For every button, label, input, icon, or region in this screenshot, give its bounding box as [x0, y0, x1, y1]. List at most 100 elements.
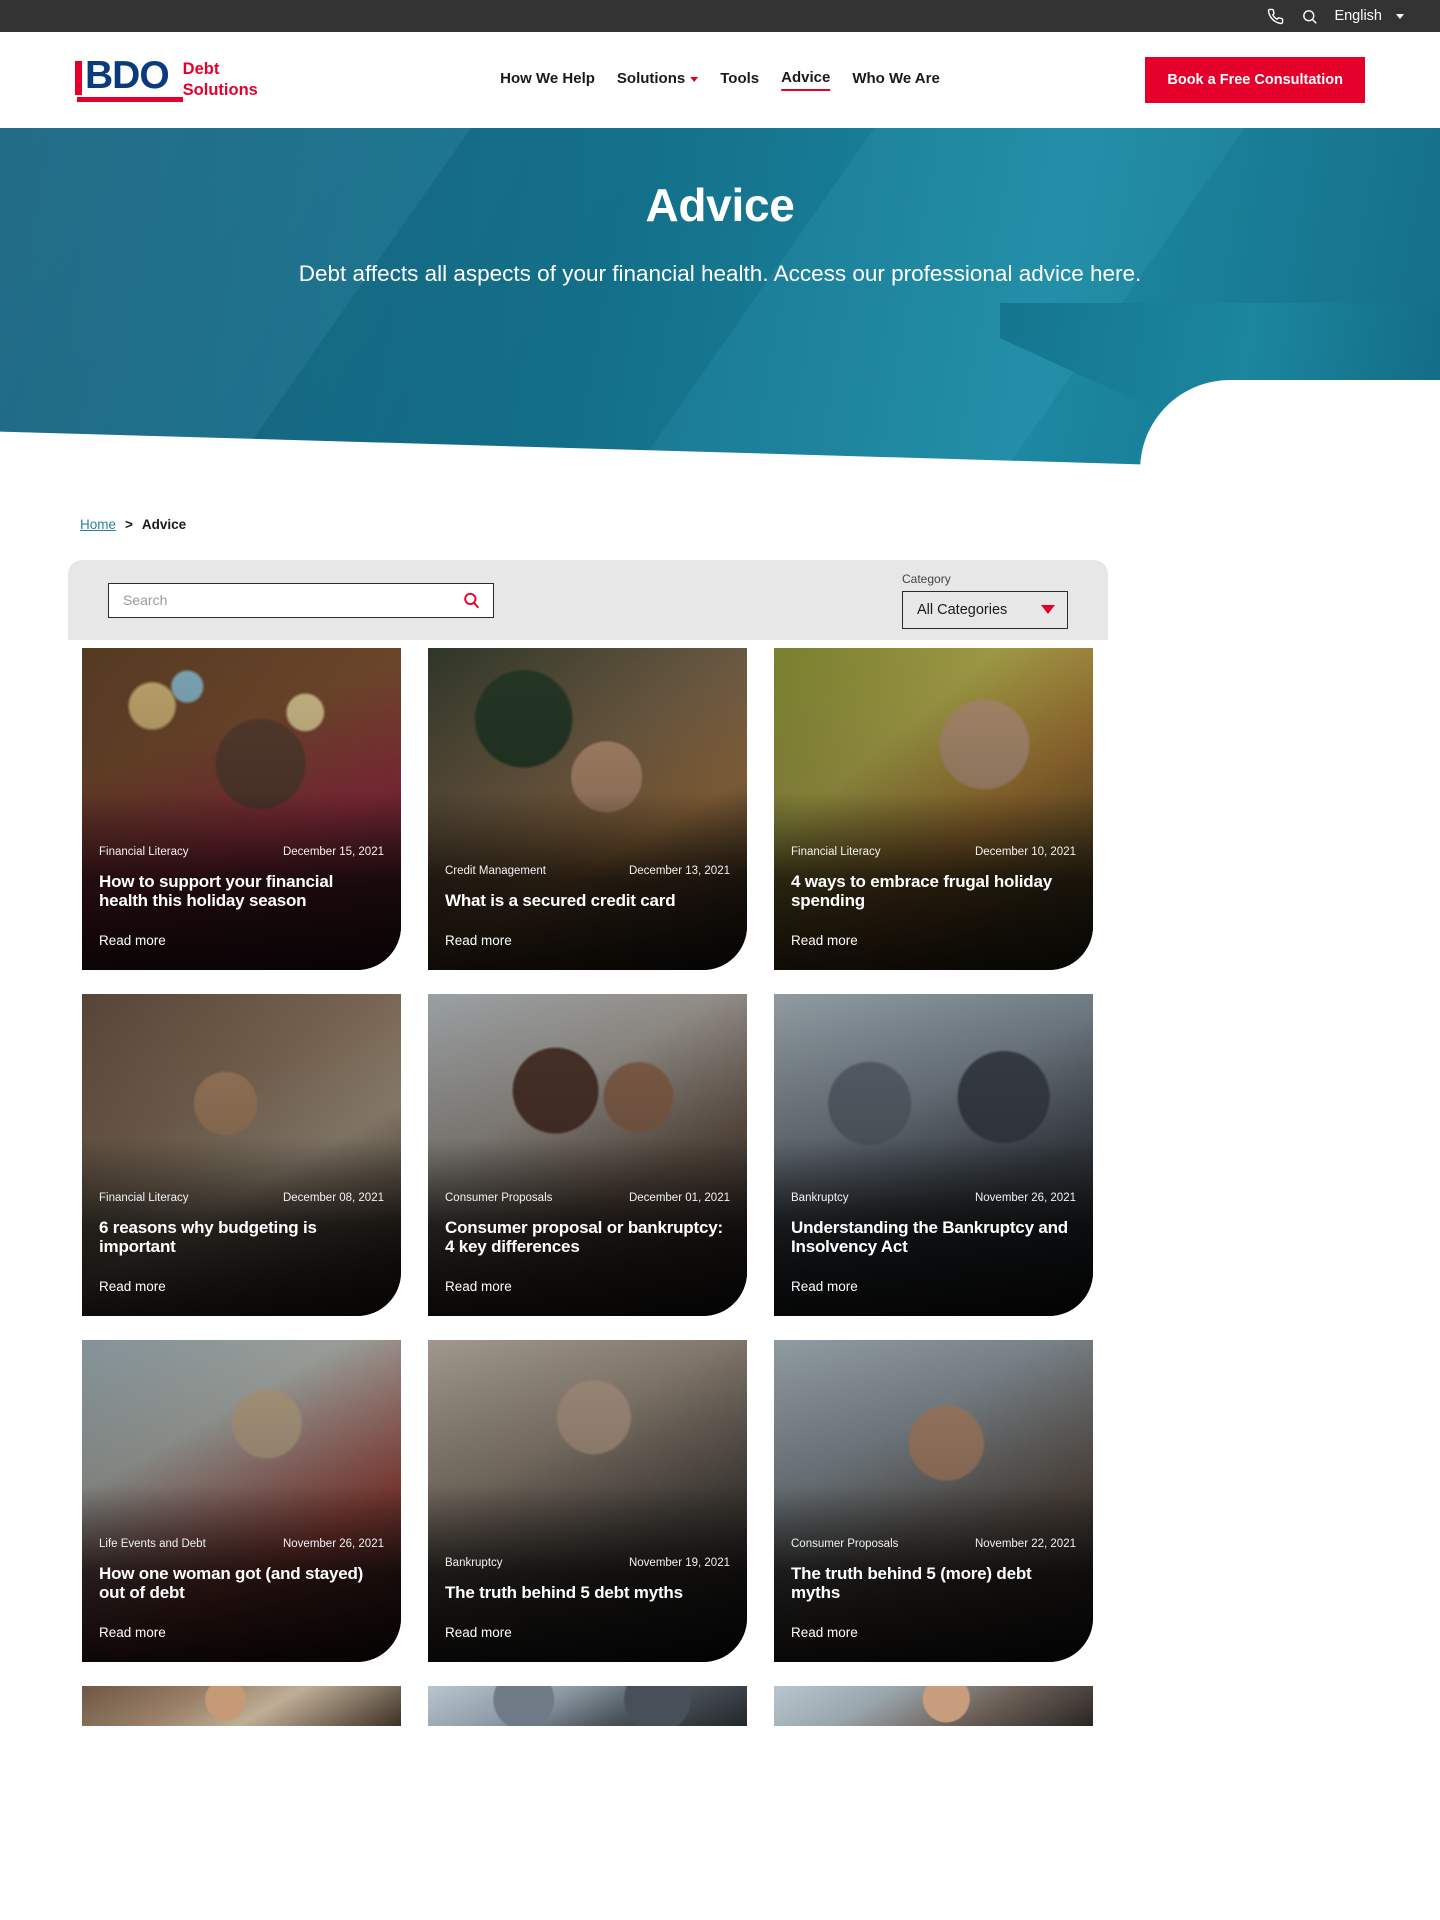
nav-item-how-we-help[interactable]: How We Help: [500, 70, 595, 90]
nav-label: Solutions: [616, 70, 686, 87]
article-card[interactable]: Financial Literacy December 08, 2021 6 r…: [82, 994, 401, 1316]
read-more-link[interactable]: Read more: [445, 1279, 730, 1294]
card-category: Financial Literacy: [791, 846, 881, 858]
article-card[interactable]: [774, 1686, 1093, 1726]
phone-icon[interactable]: [1258, 0, 1292, 32]
chevron-down-icon: [690, 77, 699, 82]
card-date: November 19, 2021: [628, 1557, 730, 1569]
read-more-link[interactable]: Read more: [791, 933, 1076, 948]
nav-item-tools[interactable]: Tools: [720, 70, 759, 90]
card-date: November 26, 2021: [974, 1192, 1076, 1204]
article-card[interactable]: Bankruptcy November 19, 2021 The truth b…: [428, 1340, 747, 1662]
card-content: Financial Literacy December 10, 2021 4 w…: [774, 846, 1093, 970]
nav-item-advice[interactable]: Advice: [781, 69, 831, 91]
article-card[interactable]: Consumer Proposals November 22, 2021 The…: [774, 1340, 1093, 1662]
card-category: Credit Management: [445, 865, 546, 877]
card-content: Credit Management December 13, 2021 What…: [428, 865, 747, 970]
card-meta: Financial Literacy December 10, 2021: [791, 846, 1076, 858]
category-selected-value: All Categories: [917, 601, 1008, 618]
read-more-link[interactable]: Read more: [791, 1279, 1076, 1294]
filter-bar: Category All Categories: [68, 560, 1108, 640]
card-meta: Consumer Proposals December 01, 2021: [445, 1192, 730, 1204]
book-consultation-button[interactable]: Book a Free Consultation: [1145, 57, 1365, 103]
breadcrumb-home-link[interactable]: Home: [80, 517, 116, 532]
logo-subtitle: Debt Solutions: [183, 59, 258, 101]
card-category: Life Events and Debt: [99, 1538, 206, 1550]
search-submit-button[interactable]: [460, 591, 483, 610]
card-meta: Financial Literacy December 08, 2021: [99, 1192, 384, 1204]
nav-links: How We Help Solutions Tools Advice Who W…: [500, 69, 940, 91]
article-card[interactable]: [82, 1686, 401, 1726]
nav-label: Advice: [781, 69, 831, 86]
read-more-link[interactable]: Read more: [445, 1625, 730, 1640]
dropdown-arrow-icon: [1041, 605, 1055, 614]
card-meta: Bankruptcy November 26, 2021: [791, 1192, 1076, 1204]
article-card[interactable]: Financial Literacy December 10, 2021 4 w…: [774, 648, 1093, 970]
utility-bar: English: [0, 0, 1440, 32]
nav-item-who-we-are[interactable]: Who We Are: [852, 70, 940, 90]
card-title: 6 reasons why budgeting is important: [99, 1218, 317, 1256]
breadcrumb-separator: >: [125, 517, 133, 532]
article-card[interactable]: Financial Literacy December 15, 2021 How…: [82, 648, 401, 970]
read-more-link[interactable]: Read more: [99, 1625, 384, 1640]
hero-tail-curve-mask: [1140, 380, 1440, 475]
card-title: Understanding the Bankruptcy and Insolve…: [791, 1218, 1068, 1256]
card-content: Financial Literacy December 08, 2021 6 r…: [82, 1192, 401, 1316]
read-more-link[interactable]: Read more: [791, 1625, 1076, 1640]
card-meta: Life Events and Debt November 26, 2021: [99, 1538, 384, 1550]
search-icon[interactable]: [1292, 0, 1326, 32]
article-card[interactable]: Credit Management December 13, 2021 What…: [428, 648, 747, 970]
nav-label: Who We Are: [852, 70, 940, 87]
card-category: Bankruptcy: [445, 1557, 503, 1569]
bdo-logo-mark: BDO: [75, 56, 183, 102]
card-title: How one woman got (and stayed) out of de…: [99, 1564, 364, 1602]
category-select[interactable]: All Categories: [902, 590, 1068, 629]
card-title: How to support your financial health thi…: [99, 872, 334, 910]
card-title: The truth behind 5 (more) debt myths: [791, 1564, 1032, 1602]
article-thumbnail: [428, 1686, 747, 1726]
nav-label: How We Help: [500, 70, 595, 87]
main-navigation: BDO Debt Solutions How We Help Solutions…: [0, 32, 1440, 128]
card-date: November 22, 2021: [974, 1538, 1076, 1550]
category-filter: Category All Categories: [902, 572, 1068, 629]
card-title: What is a secured credit card: [445, 891, 676, 910]
article-card[interactable]: Life Events and Debt November 26, 2021 H…: [82, 1340, 401, 1662]
bdo-logo[interactable]: BDO Debt Solutions: [75, 56, 258, 102]
bdo-logo-text: BDO: [85, 53, 170, 97]
article-card[interactable]: Consumer Proposals December 01, 2021 Con…: [428, 994, 747, 1316]
read-more-link[interactable]: Read more: [445, 933, 730, 948]
search-box: [108, 582, 494, 618]
logo-subtitle-line1: Debt: [182, 60, 220, 78]
breadcrumb-current: Advice: [141, 517, 187, 532]
article-card[interactable]: [428, 1686, 747, 1726]
search-input[interactable]: [123, 592, 460, 608]
language-selector[interactable]: English: [1334, 8, 1408, 24]
card-meta: Financial Literacy December 15, 2021: [99, 846, 384, 858]
card-title: Consumer proposal or bankruptcy: 4 key d…: [445, 1218, 723, 1256]
article-thumbnail: [774, 1686, 1093, 1726]
card-meta: Consumer Proposals November 22, 2021: [791, 1538, 1076, 1550]
card-content: Bankruptcy November 26, 2021 Understandi…: [774, 1192, 1093, 1316]
card-date: November 26, 2021: [282, 1538, 384, 1550]
card-category: Consumer Proposals: [445, 1192, 553, 1204]
read-more-link[interactable]: Read more: [99, 933, 384, 948]
logo-subtitle-line2: Solutions: [182, 81, 258, 99]
article-grid-next-row: [82, 1686, 1174, 1726]
hero-content: Advice Debt affects all aspects of your …: [0, 128, 1440, 287]
nav-item-solutions[interactable]: Solutions: [616, 70, 699, 90]
category-label: Category: [902, 571, 951, 586]
card-date: December 01, 2021: [628, 1192, 730, 1204]
chevron-down-icon: [1396, 13, 1404, 19]
breadcrumb: Home > Advice: [0, 473, 1440, 532]
card-date: December 13, 2021: [628, 865, 730, 877]
page-title: Advice: [645, 179, 795, 231]
article-card[interactable]: Bankruptcy November 26, 2021 Understandi…: [774, 994, 1093, 1316]
read-more-link[interactable]: Read more: [99, 1279, 384, 1294]
language-label: English: [1334, 8, 1382, 24]
card-content: Financial Literacy December 15, 2021 How…: [82, 846, 401, 970]
card-date: December 15, 2021: [282, 846, 384, 858]
card-title: 4 ways to embrace frugal holiday spendin…: [791, 872, 1052, 910]
card-category: Consumer Proposals: [791, 1538, 899, 1550]
card-category: Financial Literacy: [99, 1192, 189, 1204]
card-date: December 08, 2021: [282, 1192, 384, 1204]
